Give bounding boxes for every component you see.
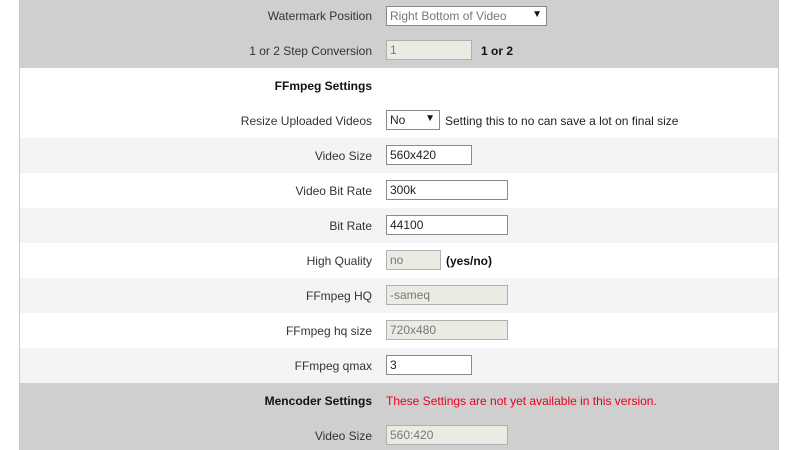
high-quality-hint: (yes/no): [446, 254, 493, 268]
mencoder-settings-heading: Mencoder Settings: [264, 394, 372, 408]
bit-rate-input[interactable]: 44100: [386, 215, 508, 235]
row-ffmpeg-hq-size: FFmpeg hq size 720x480: [20, 313, 778, 348]
mencoder-video-size-input[interactable]: 560:420: [386, 425, 508, 445]
video-size-input[interactable]: 560x420: [386, 145, 472, 165]
high-quality-input[interactable]: no: [386, 250, 441, 270]
chevron-down-icon: ▼: [532, 9, 542, 20]
row-ffmpeg-qmax: FFmpeg qmax 3: [20, 348, 778, 383]
resize-videos-hint: Setting this to no can save a lot on fin…: [445, 114, 679, 128]
settings-form: Watermark Position Right Bottom of Video…: [19, 0, 779, 450]
ffmpeg-hq-input[interactable]: -sameq: [386, 285, 508, 305]
ffmpeg-qmax-label: FFmpeg qmax: [294, 359, 372, 373]
resize-videos-value: No: [390, 113, 406, 127]
ffmpeg-qmax-input[interactable]: 3: [386, 355, 472, 375]
row-ffmpeg-header: FFmpeg Settings: [20, 68, 778, 103]
row-video-size: Video Size 560x420: [20, 138, 778, 173]
ffmpeg-hq-label: FFmpeg HQ: [305, 289, 372, 303]
row-resize-videos: Resize Uploaded Videos No ▼ Setting this…: [20, 103, 778, 138]
mencoder-notice: These Settings are not yet available in …: [386, 394, 657, 408]
row-ffmpeg-hq: FFmpeg HQ -sameq: [20, 278, 778, 313]
video-size-label: Video Size: [314, 149, 372, 163]
row-mencoder-video-size: Video Size 560:420: [20, 418, 778, 450]
row-video-bit-rate: Video Bit Rate 300k: [20, 173, 778, 208]
watermark-position-select[interactable]: Right Bottom of Video ▼: [386, 6, 547, 26]
row-bit-rate: Bit Rate 44100: [20, 208, 778, 243]
mencoder-video-size-label: Video Size: [314, 429, 372, 443]
ffmpeg-settings-heading: FFmpeg Settings: [274, 79, 372, 93]
row-watermark-position: Watermark Position Right Bottom of Video…: [20, 0, 778, 33]
step-conversion-label: 1 or 2 Step Conversion: [249, 44, 372, 58]
ffmpeg-hq-size-label: FFmpeg hq size: [285, 324, 372, 338]
bit-rate-label: Bit Rate: [329, 219, 372, 233]
high-quality-label: High Quality: [306, 254, 372, 268]
row-step-conversion: 1 or 2 Step Conversion 1 1 or 2: [20, 33, 778, 68]
video-bit-rate-input[interactable]: 300k: [386, 180, 508, 200]
resize-videos-label: Resize Uploaded Videos: [240, 114, 372, 128]
chevron-down-icon: ▼: [425, 113, 435, 124]
step-conversion-hint: 1 or 2: [481, 44, 514, 58]
watermark-position-value: Right Bottom of Video: [390, 9, 507, 23]
watermark-position-label: Watermark Position: [267, 9, 372, 23]
ffmpeg-hq-size-input[interactable]: 720x480: [386, 320, 508, 340]
video-bit-rate-label: Video Bit Rate: [295, 184, 373, 198]
row-mencoder-header: Mencoder Settings These Settings are not…: [20, 383, 778, 418]
resize-videos-select[interactable]: No ▼: [386, 110, 440, 130]
step-conversion-input[interactable]: 1: [386, 40, 472, 60]
row-high-quality: High Quality no (yes/no): [20, 243, 778, 278]
